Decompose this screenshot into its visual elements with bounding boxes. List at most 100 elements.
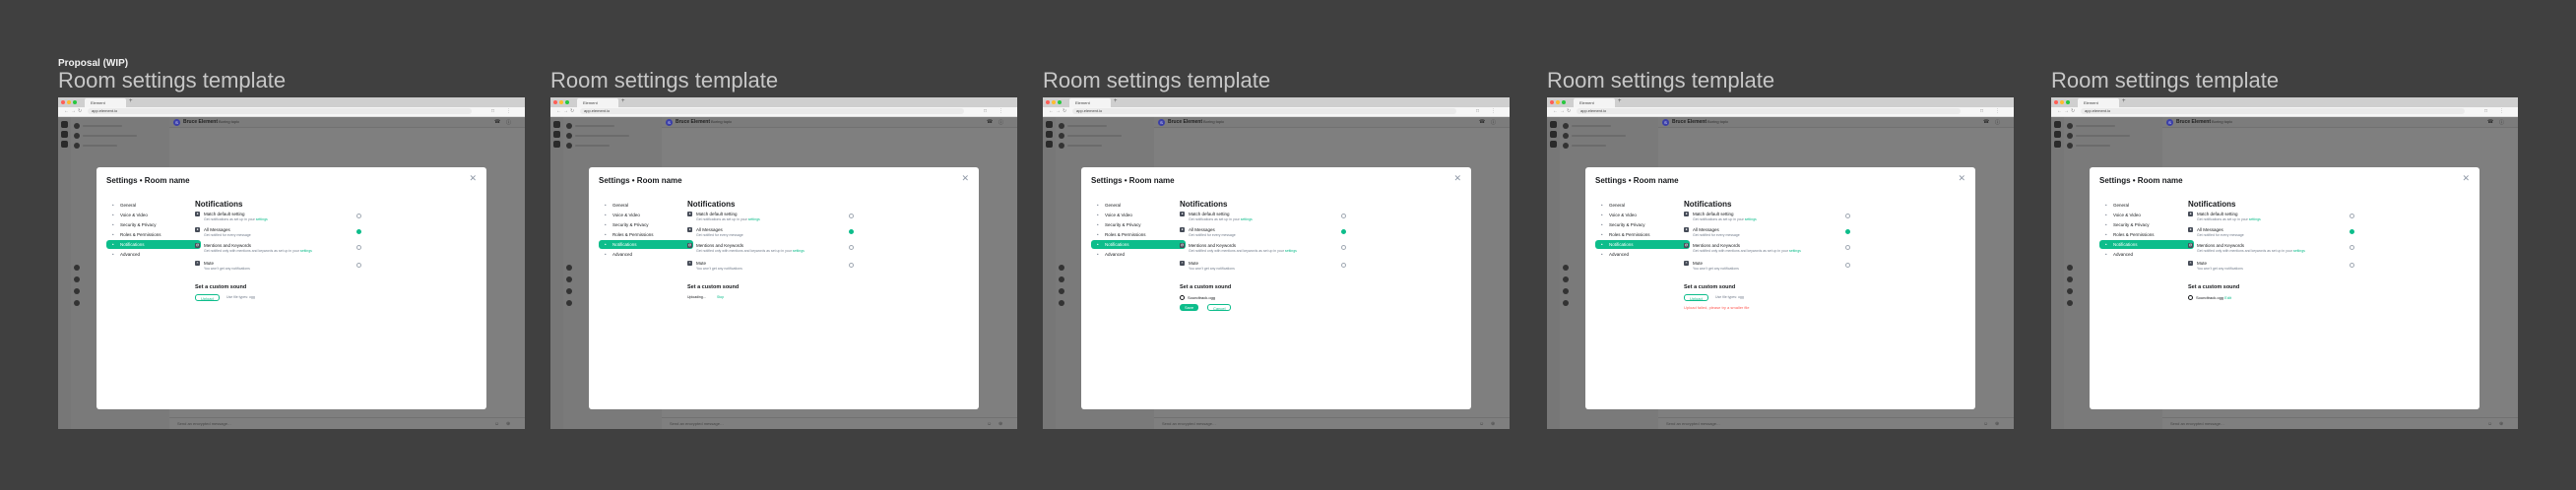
room-avatar[interactable] <box>74 276 80 282</box>
url-field[interactable]: app.element.io <box>1072 108 1456 114</box>
nav-item-voice-video[interactable]: • Voice & Video <box>1091 211 1186 219</box>
nav-item-roles[interactable]: • Roles & Permissions <box>2099 230 2194 239</box>
nav-item-voice-video[interactable]: • Voice & Video <box>599 211 693 219</box>
attach-icon[interactable]: ⊕ <box>1491 421 1495 427</box>
nav-item-roles[interactable]: • Roles & Permissions <box>599 230 693 239</box>
new-tab-icon[interactable]: + <box>129 98 133 104</box>
emoji-icon[interactable]: ☺ <box>494 421 499 427</box>
radio-mute[interactable] <box>1845 263 1850 268</box>
nav-item-advanced[interactable]: • Advanced <box>106 250 201 259</box>
menu-icon[interactable]: ⋮ <box>1491 108 1496 114</box>
radio-mentions[interactable] <box>2350 245 2354 250</box>
room-header-avatar[interactable]: S <box>173 119 180 126</box>
radio-mute[interactable] <box>356 263 361 268</box>
nav-item-notifications[interactable]: • Notifications <box>1091 240 1186 249</box>
back-icon[interactable]: ← <box>1049 108 1054 114</box>
reload-icon[interactable]: ↻ <box>78 108 82 114</box>
composer-input[interactable]: Send an encrypted message… <box>1162 421 1216 426</box>
room-avatar[interactable] <box>1059 123 1064 129</box>
home-space-icon[interactable] <box>1046 121 1053 128</box>
close-icon[interactable]: ✕ <box>469 173 477 184</box>
space-icon[interactable] <box>61 141 68 148</box>
menu-icon[interactable]: ⋮ <box>506 108 511 114</box>
back-icon[interactable]: ← <box>1553 108 1558 114</box>
maximize-window-dot[interactable] <box>1562 100 1566 104</box>
room-avatar[interactable] <box>74 133 80 139</box>
nav-item-roles[interactable]: • Roles & Permissions <box>106 230 201 239</box>
room-list-item[interactable] <box>575 135 629 137</box>
settings-link[interactable]: settings <box>300 249 312 253</box>
maximize-window-dot[interactable] <box>2066 100 2070 104</box>
minimize-window-dot[interactable] <box>67 100 71 104</box>
room-avatar[interactable] <box>1563 123 1569 129</box>
nav-item-roles[interactable]: • Roles & Permissions <box>1595 230 1690 239</box>
menu-icon[interactable]: ⋮ <box>998 108 1003 114</box>
close-icon[interactable]: ✕ <box>961 173 969 184</box>
nav-item-voice-video[interactable]: • Voice & Video <box>106 211 201 219</box>
space-icon[interactable] <box>1550 131 1557 138</box>
call-icon[interactable]: ☎ <box>1479 119 1485 125</box>
back-icon[interactable]: ← <box>556 108 561 114</box>
room-list-item[interactable] <box>83 125 122 127</box>
file-radio[interactable] <box>2188 295 2193 300</box>
space-icon[interactable] <box>2054 141 2061 148</box>
call-icon[interactable]: ☎ <box>987 119 993 125</box>
emoji-icon[interactable]: ☺ <box>987 421 992 427</box>
stop-upload-link[interactable]: Stop <box>717 295 724 299</box>
close-window-dot[interactable] <box>553 100 557 104</box>
room-list-item[interactable] <box>2076 145 2110 147</box>
attach-icon[interactable]: ⊕ <box>2499 421 2503 427</box>
close-window-dot[interactable] <box>61 100 65 104</box>
nav-item-notifications[interactable]: • Notifications <box>2099 240 2194 249</box>
option-mute[interactable]: × Mute You won't get any notifications <box>687 261 963 276</box>
edit-file-link[interactable]: Edit <box>2224 295 2231 300</box>
close-window-dot[interactable] <box>1550 100 1554 104</box>
back-icon[interactable]: ← <box>2057 108 2062 114</box>
room-list-item[interactable] <box>1067 125 1107 127</box>
room-avatar[interactable] <box>1563 300 1569 306</box>
room-avatar[interactable] <box>1059 300 1064 306</box>
option-mentions[interactable]: @ Mentions and Keywords Get notified onl… <box>1684 243 1960 261</box>
room-avatar[interactable] <box>566 133 572 139</box>
nav-item-security[interactable]: • Security & Privacy <box>1595 220 1690 229</box>
option-mentions[interactable]: @ Mentions and Keywords Get notified onl… <box>687 243 963 261</box>
home-space-icon[interactable] <box>553 121 560 128</box>
room-list-item[interactable] <box>1572 145 1606 147</box>
room-avatar[interactable] <box>2067 143 2073 149</box>
attach-icon[interactable]: ⊕ <box>1995 421 1999 427</box>
room-avatar[interactable] <box>74 123 80 129</box>
maximize-window-dot[interactable] <box>565 100 569 104</box>
room-avatar[interactable] <box>1059 133 1064 139</box>
maximize-window-dot[interactable] <box>1058 100 1062 104</box>
nav-item-notifications[interactable]: • Notifications <box>599 240 693 249</box>
url-field[interactable]: app.element.io <box>1577 108 1961 114</box>
room-header-avatar[interactable]: S <box>1662 119 1669 126</box>
room-list-item[interactable] <box>1572 135 1626 137</box>
composer-input[interactable]: Send an encrypted message… <box>670 421 724 426</box>
minimize-window-dot[interactable] <box>1556 100 1560 104</box>
menu-icon[interactable]: ⋮ <box>2499 108 2504 114</box>
radio-mentions[interactable] <box>1845 245 1850 250</box>
call-icon[interactable]: ☎ <box>494 119 500 125</box>
room-avatar[interactable] <box>1563 288 1569 294</box>
call-icon[interactable]: ☎ <box>2487 119 2493 125</box>
space-icon[interactable] <box>1550 141 1557 148</box>
radio-default[interactable] <box>1341 214 1346 218</box>
room-list-item[interactable] <box>575 125 614 127</box>
radio-all[interactable] <box>1341 229 1346 234</box>
save-button[interactable]: Save <box>1180 304 1199 311</box>
radio-mute[interactable] <box>849 263 854 268</box>
minimize-window-dot[interactable] <box>559 100 563 104</box>
reload-icon[interactable]: ↻ <box>1567 108 1571 114</box>
extension-icon[interactable]: □ <box>1476 108 1479 114</box>
room-name[interactable]: Bruce Element <box>1672 119 1707 125</box>
room-avatar[interactable] <box>74 300 80 306</box>
room-list-item[interactable] <box>1572 125 1611 127</box>
room-avatar[interactable] <box>2067 276 2073 282</box>
option-default[interactable]: ● Match default setting Get notification… <box>1180 212 1455 227</box>
room-avatar[interactable] <box>2067 300 2073 306</box>
nav-item-security[interactable]: • Security & Privacy <box>106 220 201 229</box>
nav-item-security[interactable]: • Security & Privacy <box>2099 220 2194 229</box>
radio-mentions[interactable] <box>356 245 361 250</box>
nav-item-security[interactable]: • Security & Privacy <box>599 220 693 229</box>
